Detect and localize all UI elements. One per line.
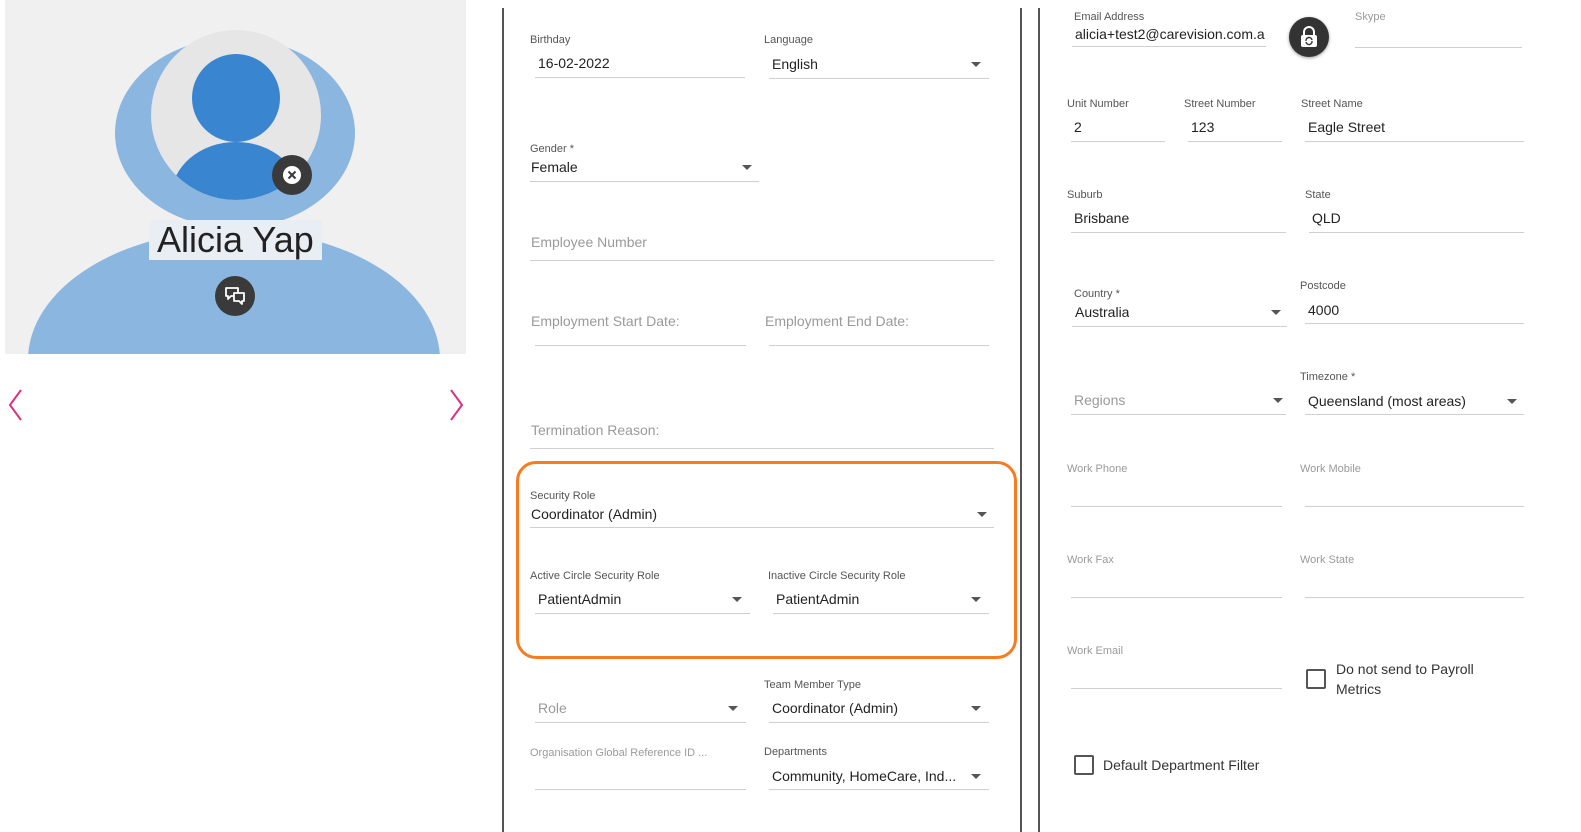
employment-start-placeholder: Employment Start Date: <box>531 313 680 329</box>
chevron-right-icon[interactable] <box>446 388 466 422</box>
termination-reason-placeholder: Termination Reason: <box>531 422 660 438</box>
gender-value[interactable]: Female <box>531 159 578 175</box>
work-state-label: Work State <box>1300 554 1355 566</box>
profile-name: Alicia Yap <box>149 220 322 260</box>
suburb-label: Suburb <box>1067 189 1103 201</box>
column-divider <box>1020 8 1022 832</box>
country-label: Country * <box>1074 288 1120 300</box>
departments-label: Departments <box>764 746 827 758</box>
skype-label: Skype <box>1355 11 1386 23</box>
chevron-down-icon[interactable] <box>732 597 742 602</box>
timezone-value[interactable]: Queensland (most areas) <box>1308 393 1466 409</box>
postcode-label: Postcode <box>1300 280 1346 292</box>
org-ref-label: Organisation Global Reference ID ... <box>530 747 708 759</box>
birthday-value[interactable]: 16-02-2022 <box>538 55 610 71</box>
inactive-circle-role-value[interactable]: PatientAdmin <box>776 591 859 607</box>
employee-number-placeholder: Employee Number <box>531 234 647 250</box>
street-number-label: Street Number <box>1184 98 1256 110</box>
work-mobile-label: Work Mobile <box>1300 463 1361 475</box>
lock-refresh-icon <box>1301 26 1317 47</box>
inactive-circle-role-label: Inactive Circle Security Role <box>768 570 906 582</box>
work-fax-label: Work Fax <box>1067 554 1114 566</box>
work-email-label: Work Email <box>1067 645 1124 657</box>
reset-password-button[interactable] <box>1289 17 1329 57</box>
chevron-down-icon[interactable] <box>1507 399 1517 404</box>
chevron-down-icon[interactable] <box>742 165 752 170</box>
chevron-down-icon[interactable] <box>1273 398 1283 403</box>
team-member-type-value[interactable]: Coordinator (Admin) <box>772 700 898 716</box>
chat-bubbles-icon <box>225 287 245 305</box>
gender-label: Gender * <box>530 143 575 155</box>
chevron-down-icon[interactable] <box>971 597 981 602</box>
language-label: Language <box>764 34 813 46</box>
regions-placeholder: Regions <box>1074 392 1126 408</box>
country-value[interactable]: Australia <box>1075 304 1129 320</box>
suburb-value[interactable]: Brisbane <box>1074 210 1129 226</box>
close-circle-icon <box>283 166 301 184</box>
team-member-type-label: Team Member Type <box>764 679 862 691</box>
departments-value[interactable]: Community, HomeCare, Ind... <box>772 768 966 784</box>
chevron-down-icon[interactable] <box>971 774 981 779</box>
unit-number-label: Unit Number <box>1067 98 1129 110</box>
chevron-down-icon[interactable] <box>971 706 981 711</box>
payroll-checkbox-box[interactable] <box>1306 669 1326 689</box>
security-role-label: Security Role <box>530 490 596 502</box>
active-circle-role-value[interactable]: PatientAdmin <box>538 591 621 607</box>
column-divider <box>502 8 504 832</box>
message-button[interactable] <box>215 276 255 316</box>
profile-card: Alicia Yap <box>5 0 466 354</box>
state-value[interactable]: QLD <box>1312 210 1341 226</box>
column-divider <box>1038 8 1040 832</box>
dept-filter-checkbox-label: Default Department Filter <box>1103 757 1260 773</box>
birthday-label: Birthday <box>530 34 571 46</box>
chevron-down-icon[interactable] <box>971 62 981 67</box>
work-phone-label: Work Phone <box>1067 463 1128 475</box>
security-role-value[interactable]: Coordinator (Admin) <box>531 506 657 522</box>
unit-number-value[interactable]: 2 <box>1074 119 1082 135</box>
chevron-left-icon[interactable] <box>6 388 26 422</box>
email-label: Email Address <box>1074 11 1145 23</box>
street-name-label: Street Name <box>1301 98 1363 110</box>
employment-end-placeholder: Employment End Date: <box>765 313 909 329</box>
chevron-down-icon[interactable] <box>977 512 987 517</box>
state-label: State <box>1305 189 1331 201</box>
postcode-value[interactable]: 4000 <box>1308 302 1339 318</box>
payroll-checkbox-label-line2: Metrics <box>1336 681 1382 697</box>
chevron-down-icon[interactable] <box>728 706 738 711</box>
remove-photo-button[interactable] <box>272 155 312 195</box>
timezone-label: Timezone * <box>1300 371 1356 383</box>
chevron-down-icon[interactable] <box>1271 310 1281 315</box>
active-circle-role-label: Active Circle Security Role <box>530 570 660 582</box>
email-value[interactable]: alicia+test2@carevision.com.a <box>1075 26 1265 42</box>
street-number-value[interactable]: 123 <box>1191 119 1214 135</box>
language-value[interactable]: English <box>772 56 818 72</box>
role-placeholder: Role <box>538 700 567 716</box>
street-name-value[interactable]: Eagle Street <box>1308 119 1385 135</box>
payroll-checkbox-label-line1: Do not send to Payroll <box>1336 661 1474 677</box>
dept-filter-checkbox-box[interactable] <box>1074 755 1094 775</box>
